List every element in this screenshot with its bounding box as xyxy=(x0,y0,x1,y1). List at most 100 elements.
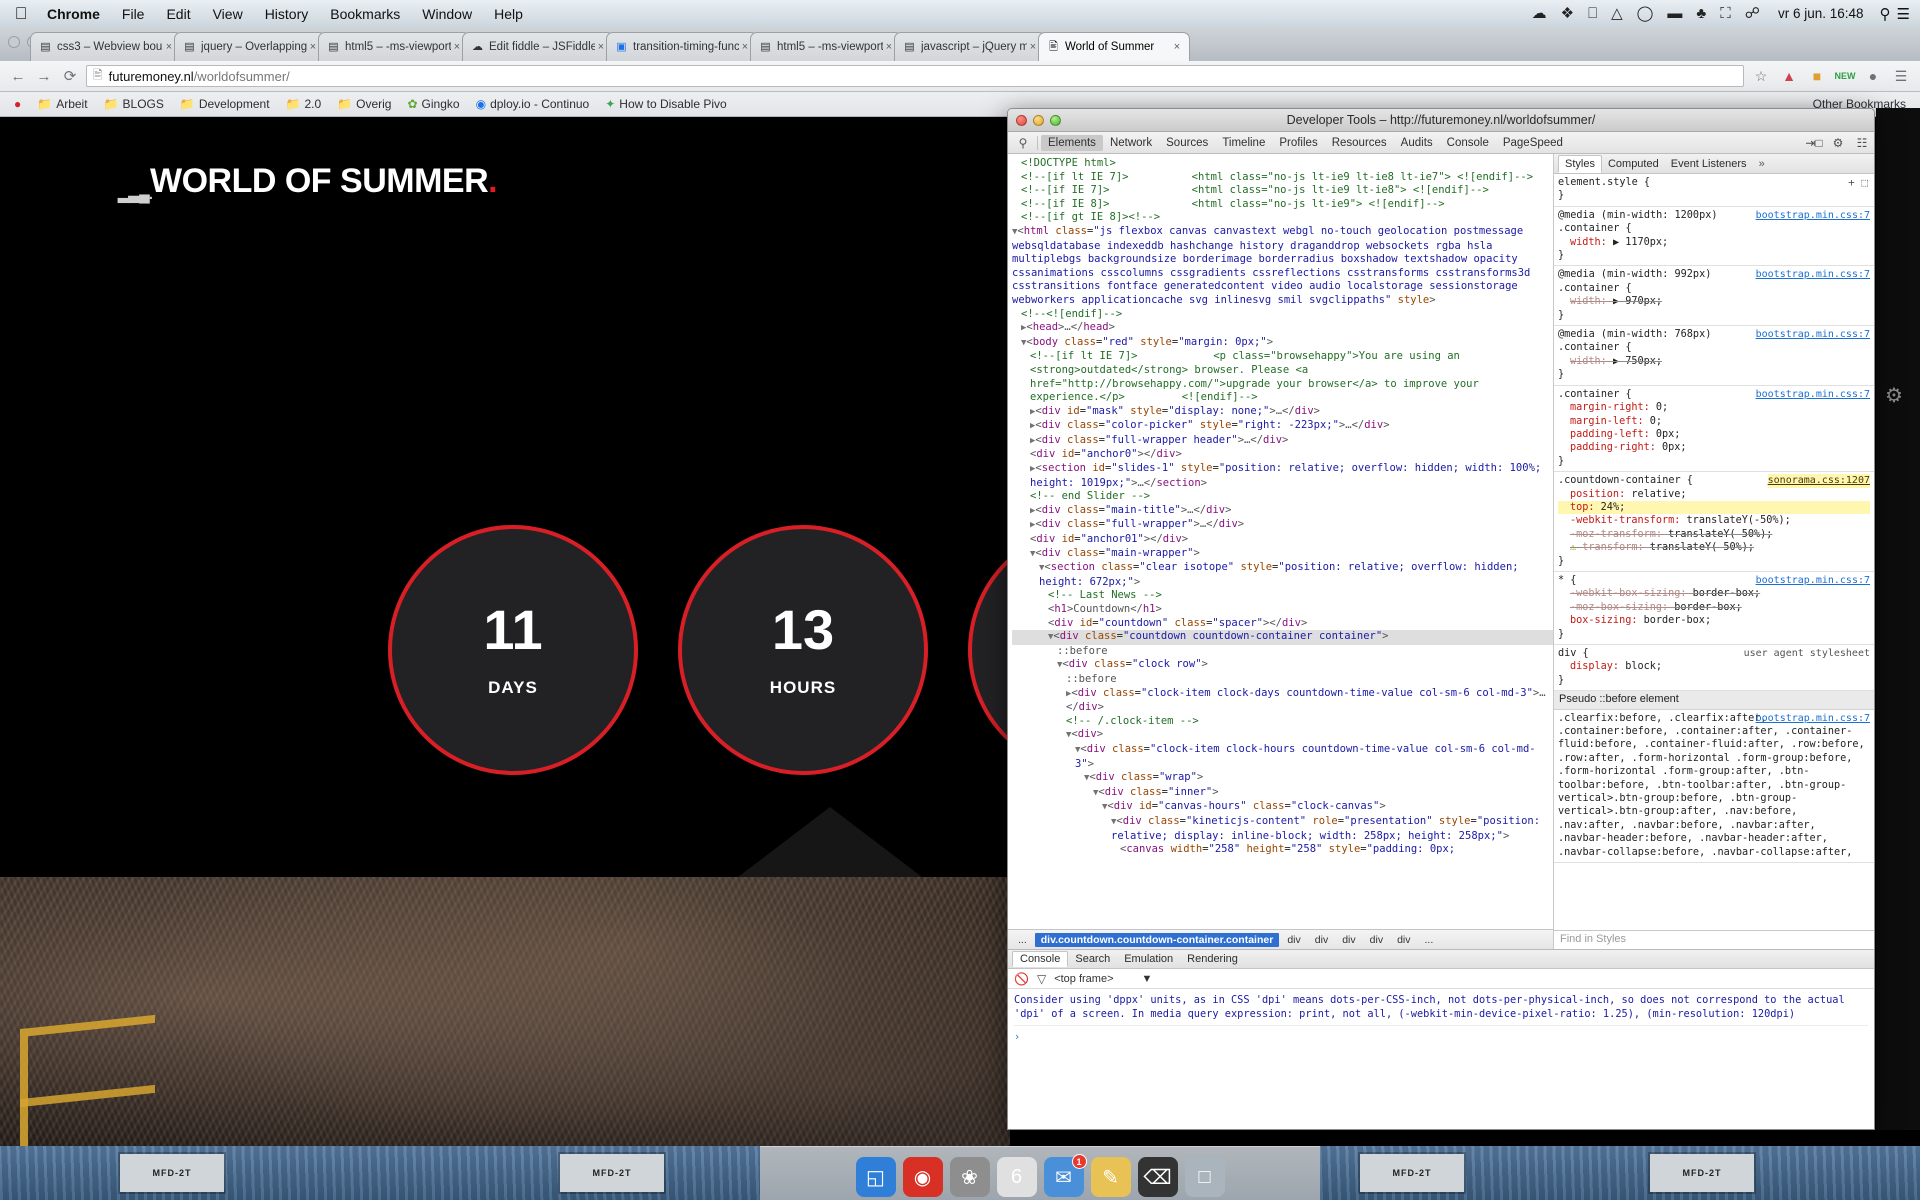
console-messages[interactable]: Consider using 'dppx' units, as in CSS '… xyxy=(1008,989,1874,1129)
list-menu-icon[interactable]: ☰ xyxy=(1891,5,1910,23)
add-style-rule-button[interactable]: + ⬚ xyxy=(1848,176,1868,189)
dom-node[interactable]: <div id="anchor0"></div> xyxy=(1012,448,1553,462)
calendar-icon[interactable]: 6 xyxy=(996,1157,1037,1197)
style-source-link[interactable]: bootstrap.min.css:7 xyxy=(1756,209,1870,222)
google-drive-icon[interactable]: △ xyxy=(1611,6,1623,21)
console-frame-selector[interactable]: <top frame> ▼ xyxy=(1054,973,1152,985)
close-window-button[interactable] xyxy=(1016,115,1027,126)
styles-tab-computed[interactable]: Computed xyxy=(1602,156,1665,172)
breadcrumb[interactable]: ... div.countdown.countdown-container.con… xyxy=(1008,929,1553,949)
dom-tree[interactable]: <!DOCTYPE html> <!--[if lt IE 7]> <html c… xyxy=(1008,154,1553,929)
owl-icon[interactable]: ♣ xyxy=(1696,6,1706,21)
menu-item-bookmarks[interactable]: Bookmarks xyxy=(319,6,411,22)
address-bar[interactable]: 🖹 futuremoney.nl/worldofsummer/ xyxy=(86,65,1744,87)
dom-node[interactable]: <div id="anchor01"></div> xyxy=(1012,533,1553,547)
devtools-tab-timeline[interactable]: Timeline xyxy=(1215,135,1272,151)
style-property[interactable]: top: 24%; xyxy=(1558,500,1870,515)
dom-node[interactable]: ▼<div class="inner"> xyxy=(1012,786,1553,801)
browser-tab-5[interactable]: ▣ transition-timing-function × xyxy=(606,32,758,61)
dom-node[interactable]: ▼<html class="js flexbox canvas canvaste… xyxy=(1012,225,1553,308)
breadcrumb-item[interactable]: div xyxy=(1391,933,1416,947)
style-rule[interactable]: + ⬚ element.style {} xyxy=(1554,174,1874,207)
dom-node[interactable]: ▼<div class="clock row"> xyxy=(1012,658,1553,673)
menu-item-help[interactable]: Help xyxy=(483,6,534,22)
dom-node[interactable]: ▶<div class="main-title">…</div> xyxy=(1012,504,1553,519)
devtools-window-controls[interactable] xyxy=(1016,115,1061,126)
menu-item-file[interactable]: File xyxy=(111,6,156,22)
dom-node[interactable]: ▼<div class="clock-item clock-hours coun… xyxy=(1012,743,1553,771)
apple-icon[interactable]:  xyxy=(10,5,32,22)
style-property[interactable]: -webkit-transform: translateY(-50%); xyxy=(1558,514,1870,527)
dom-node[interactable]: <!--[if lt IE 7]> <html class="no-js lt-… xyxy=(1012,171,1553,185)
breadcrumb-item[interactable]: ... xyxy=(1012,933,1033,947)
styles-tab-event-listeners[interactable]: Event Listeners xyxy=(1665,156,1753,172)
trash-icon[interactable]: □ xyxy=(1184,1157,1225,1197)
style-property[interactable]: -moz-box-sizing: border-box; xyxy=(1558,601,1870,614)
dom-node[interactable]: ▼<body class="red" style="margin: 0px;"> xyxy=(1012,336,1553,351)
dom-node[interactable]: ▶<div id="mask" style="display: none;">…… xyxy=(1012,405,1553,420)
dom-node-selected[interactable]: ▼<div class="countdown countdown-contain… xyxy=(1012,630,1553,645)
style-property[interactable]: -moz-transform: translateY( 50%); xyxy=(1558,528,1870,541)
bookmark-how-to-disable-pivot[interactable]: ✦ How to Disable Pivo xyxy=(599,97,732,111)
dom-node[interactable]: <h1>Countdown</h1> xyxy=(1012,603,1553,617)
dom-node[interactable]: ▼<div class="wrap"> xyxy=(1012,771,1553,786)
style-property[interactable]: padding-left: 0px; xyxy=(1558,428,1870,441)
bookmark-arbeit[interactable]: 📁 Arbeit xyxy=(31,97,93,111)
console-prompt[interactable]: › xyxy=(1014,1026,1868,1044)
style-source-link[interactable]: user agent stylesheet xyxy=(1744,647,1870,660)
style-property[interactable]: ⚠ transform: translateY( 50%); xyxy=(1558,541,1870,554)
browser-tab-3[interactable]: ▤ html5 – -ms-viewport cau × xyxy=(318,32,470,61)
dropbox-icon[interactable]: ❖ xyxy=(1561,6,1574,21)
forward-arrow-icon[interactable]: → xyxy=(34,68,54,85)
devtools-tab-elements[interactable]: Elements xyxy=(1041,134,1103,151)
bag-icon[interactable]: ◯ xyxy=(1637,6,1654,21)
terminal-icon[interactable]: ⌫ xyxy=(1137,1157,1178,1197)
find-in-styles-input[interactable]: Find in Styles xyxy=(1554,930,1874,949)
style-source-link[interactable]: bootstrap.min.css:7 xyxy=(1756,574,1870,587)
dom-node[interactable]: <!-- /.clock-item --> xyxy=(1012,715,1553,729)
devtools-tab-audits[interactable]: Audits xyxy=(1394,135,1440,151)
styles-tab-styles[interactable]: Styles xyxy=(1558,154,1602,173)
notes-icon[interactable]: ✎ xyxy=(1090,1157,1131,1197)
style-source-link[interactable]: sonorama.css:1207 xyxy=(1767,474,1870,488)
dom-node[interactable]: ▼<div> xyxy=(1012,728,1553,743)
browser-tab-4[interactable]: ☁ Edit fiddle – JSFiddle × xyxy=(462,32,614,61)
dom-node[interactable]: ▼<div class="main-wrapper"> xyxy=(1012,547,1553,562)
style-rule[interactable]: sonorama.css:1207 .countdown-container {p… xyxy=(1554,472,1874,572)
search-icon[interactable]: ⚲ xyxy=(1874,5,1891,23)
dom-node[interactable]: ▶<section id="slides-1" style="position:… xyxy=(1012,462,1553,490)
user-icon[interactable]: ● xyxy=(1862,68,1884,84)
gear-icon[interactable]: ⚙ xyxy=(1826,136,1850,150)
breadcrumb-item[interactable]: div.countdown.countdown-container.contai… xyxy=(1034,932,1280,947)
browser-tab-7[interactable]: ▤ javascript – jQuery mouse × xyxy=(894,32,1046,61)
menu-item-chrome[interactable]: Chrome xyxy=(36,6,111,22)
drawer-tab-console[interactable]: Console xyxy=(1012,951,1069,967)
dom-node[interactable]: ::before xyxy=(1012,673,1553,687)
drawer-tab-emulation[interactable]: Emulation xyxy=(1117,952,1180,966)
style-rule[interactable]: bootstrap.min.css:7 @media (min-width: 99… xyxy=(1554,266,1874,327)
drawer-tab-rendering[interactable]: Rendering xyxy=(1180,952,1245,966)
photos-icon[interactable]: ❀ xyxy=(949,1157,990,1197)
star-icon[interactable]: ☆ xyxy=(1750,68,1772,85)
browser-tab-6[interactable]: ▤ html5 – -ms-viewport cau × xyxy=(750,32,902,61)
style-property[interactable]: margin-right: 0; xyxy=(1558,401,1870,414)
devtools-tab-resources[interactable]: Resources xyxy=(1325,135,1394,151)
minus-icon[interactable]: ▬ xyxy=(1667,6,1682,21)
style-rule[interactable]: bootstrap.min.css:7 * {-webkit-box-sizing… xyxy=(1554,572,1874,645)
dom-node[interactable]: <!DOCTYPE html> xyxy=(1012,157,1553,171)
bookmark-overig[interactable]: 📁 Overig xyxy=(331,97,397,111)
tunnelbear-icon[interactable]: ⎕ xyxy=(1588,6,1597,21)
filter-icon[interactable]: ▽ xyxy=(1037,972,1046,986)
menu-item-edit[interactable]: Edit xyxy=(155,6,201,22)
style-source-link[interactable]: bootstrap.min.css:7 xyxy=(1756,712,1870,725)
inspect-cursor-icon[interactable]: ⚲ xyxy=(1012,136,1034,150)
dom-node[interactable]: ▼<div class="kineticjs-content" role="pr… xyxy=(1012,815,1553,843)
cloud-icon[interactable]: ☁ xyxy=(1532,6,1547,21)
finder-icon[interactable]: ◱ xyxy=(855,1157,896,1197)
devtools-tab-pagespeed[interactable]: PageSpeed xyxy=(1496,135,1570,151)
devtools-tab-profiles[interactable]: Profiles xyxy=(1272,135,1324,151)
breadcrumb-item[interactable]: div xyxy=(1309,933,1334,947)
dom-node[interactable]: ▶<div class="color-picker" style="right:… xyxy=(1012,419,1553,434)
panels-icon[interactable]: ☷ xyxy=(1850,136,1874,150)
bookmark-gingko[interactable]: ✿ Gingko xyxy=(401,97,465,111)
